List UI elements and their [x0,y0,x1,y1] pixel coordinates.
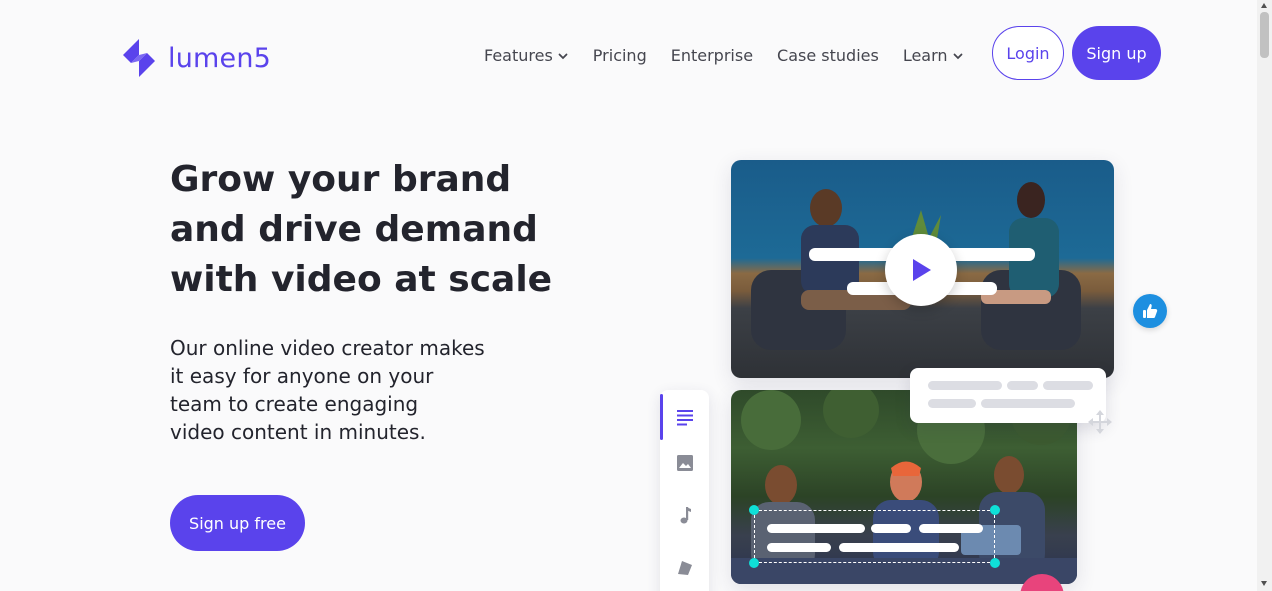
hero-subtitle-line: Our online video creator makes [170,336,485,360]
thumbs-up-glyph [1143,304,1158,318]
nav-item-label: Enterprise [670,45,754,65]
hero-title-line: with video at scale [170,259,553,300]
caption-placeholder-bar [1043,381,1093,390]
lumen5-logo-icon [123,39,155,77]
hero-title-line: and drive demand [170,209,538,250]
caption-card [910,368,1106,423]
main-nav: Features Pricing Enterprise Case studies… [484,44,988,66]
nav-item-enterprise[interactable]: Enterprise [671,44,753,66]
chevron-down-icon [953,53,962,60]
login-button[interactable]: Login [992,26,1064,80]
nav-item-label: Learn [902,45,948,65]
nav-item-pricing[interactable]: Pricing [593,44,647,66]
play-icon [913,259,931,281]
scroll-up-arrow-icon[interactable] [1261,3,1267,8]
resize-handle[interactable] [749,558,759,568]
resize-handle[interactable] [749,505,759,515]
music-note-icon[interactable] [674,504,696,526]
editor-toolbar [660,390,709,591]
nav-item-case-studies[interactable]: Case studies [777,44,879,66]
caption-placeholder-bar [1007,381,1038,390]
caption-placeholder-bar [928,399,976,408]
logo-text: lumen5 [168,42,272,74]
nav-item-label: Pricing [592,45,647,65]
hero-subtitle-line: it easy for anyone on your [170,364,434,388]
hero-title-line: Grow your brand [170,159,512,200]
nav-item-learn[interactable]: Learn [903,44,964,66]
resize-handle[interactable] [990,558,1000,568]
caption-placeholder-bar [981,399,1075,408]
nav-item-label: Features [484,45,553,65]
signup-free-button[interactable]: Sign up free [170,495,305,551]
resize-handle[interactable] [990,505,1000,515]
page-scrollbar[interactable] [1257,0,1272,591]
play-button[interactable] [885,234,957,306]
image-icon[interactable] [674,452,696,474]
text-selection-box[interactable] [754,510,995,563]
hero-subtitle-line: team to create engaging [170,392,419,416]
text-lines-icon[interactable] [674,406,696,428]
nav-item-features[interactable]: Features [484,44,569,66]
chevron-down-icon [558,53,568,60]
nav-item-label: Case studies [777,45,879,65]
hero-subtitle-line: video content in minutes. [170,420,426,444]
hero-subtitle: Our online video creator makes it easy f… [170,334,520,446]
shapes-icon[interactable] [674,556,696,578]
caption-placeholder-bar [928,381,1002,390]
scroll-down-arrow-icon[interactable] [1261,581,1267,586]
scroll-thumb[interactable] [1260,12,1269,58]
move-icon[interactable] [1086,408,1114,436]
logo[interactable]: lumen5 [119,37,271,79]
thumbs-up-icon [1133,294,1167,328]
toolbar-active-indicator [660,394,663,440]
signup-button[interactable]: Sign up [1072,26,1161,80]
hero-title: Grow your brand and drive demand with vi… [170,155,570,305]
